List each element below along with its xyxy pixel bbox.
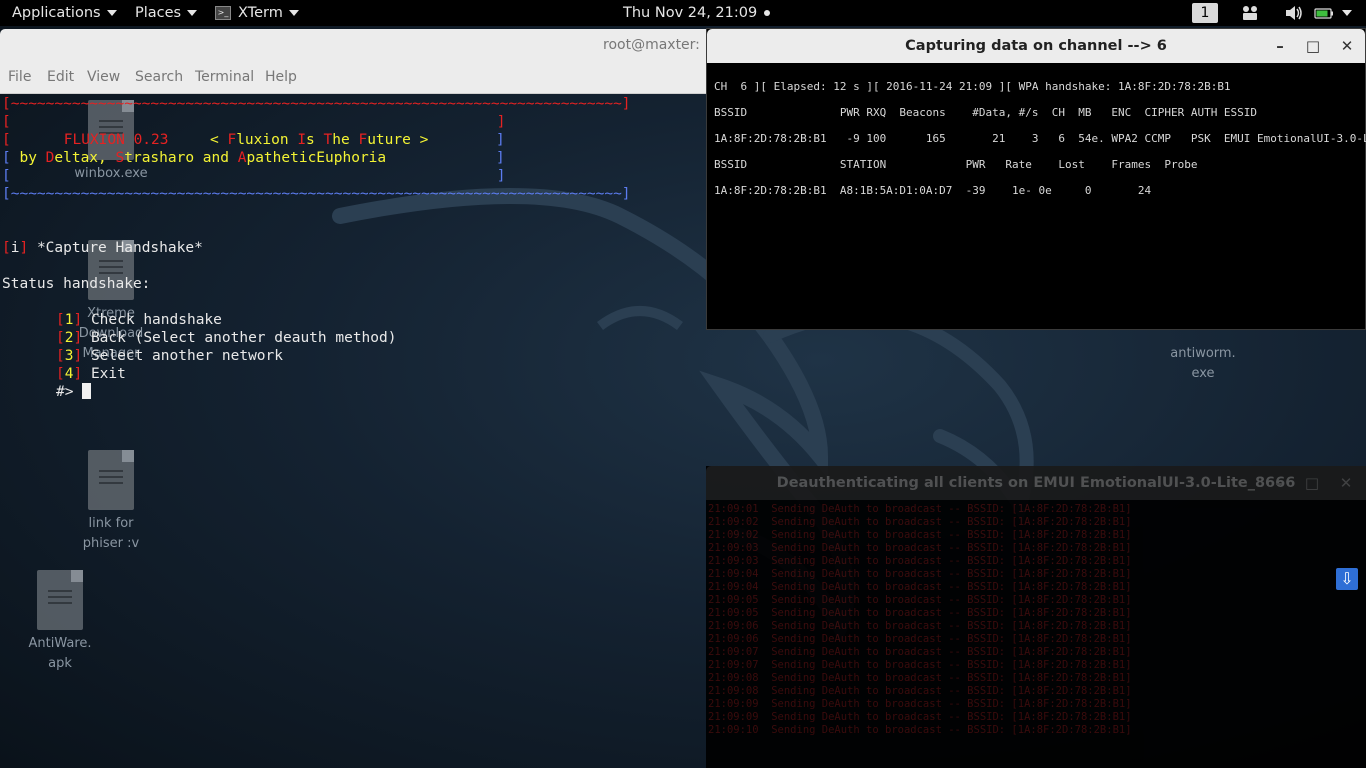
terminal-icon: >_ — [215, 6, 231, 20]
deauth-log-line: 21:09:07 Sending DeAuth to broadcast -- … — [708, 646, 1132, 658]
system-menu-chevron-icon[interactable] — [1342, 10, 1352, 16]
deauth-log-line: 21:09:08 Sending DeAuth to broadcast -- … — [708, 672, 1132, 684]
active-app-menu[interactable]: >_ XTerm — [215, 0, 299, 26]
menu-help[interactable]: Help — [265, 62, 297, 93]
banner-title-line: [FLUXION 0.23 < Fluxion Is The Future >] — [2, 132, 505, 148]
deauth-log-line: 21:09:06 Sending DeAuth to broadcast -- … — [708, 620, 1132, 632]
desktop-icon-label: antiworm. — [1170, 346, 1236, 361]
banner-side: [] — [2, 168, 506, 184]
deauth-log-line: 21:09:09 Sending DeAuth to broadcast -- … — [708, 698, 1132, 710]
notification-dot-icon — [763, 10, 770, 16]
deauth-log-line: 21:09:02 Sending DeAuth to broadcast -- … — [708, 516, 1132, 528]
deauth-log-line: 21:09:01 Sending DeAuth to broadcast -- … — [708, 503, 1132, 515]
deauth-log-line: 21:09:05 Sending DeAuth to broadcast -- … — [708, 594, 1132, 606]
chevron-down-icon — [106, 10, 117, 16]
airodump-window[interactable]: Capturing data on channel --> 6 – □ ✕ CH… — [706, 28, 1366, 330]
section-title: *Capture Handshake* — [36, 240, 203, 256]
text-cursor — [82, 383, 92, 399]
option-select-network[interactable]: [3] Select another network — [56, 347, 283, 365]
main-terminal-content[interactable]: [~~~~~~~~~~~~~~~~~~~~~~~~~~~~~~~~~~~~~~~… — [0, 93, 706, 768]
deauth-log-line: 21:09:04 Sending DeAuth to broadcast -- … — [708, 581, 1132, 593]
prompt-symbol: #> — [56, 384, 74, 400]
ap-table-header: BSSID PWR RXQ Beacons #Data, #/s CH MB E… — [714, 106, 1258, 119]
battery-icon[interactable] — [1314, 4, 1336, 22]
deauth-log-line: 21:09:05 Sending DeAuth to broadcast -- … — [708, 607, 1132, 619]
ap-table-row: 1A:8F:2D:78:2B:B1 -9 100 165 21 3 6 54e.… — [714, 132, 1366, 145]
clock[interactable]: Thu Nov 24, 21:09 — [623, 0, 770, 26]
section-heading: [i] *Capture Handshake* — [2, 240, 203, 256]
clock-label: Thu Nov 24, 21:09 — [623, 5, 758, 21]
volume-icon[interactable] — [1284, 4, 1304, 22]
airodump-titlebar[interactable]: Capturing data on channel --> 6 – □ ✕ — [707, 29, 1365, 63]
deauth-log-line: 21:09:08 Sending DeAuth to broadcast -- … — [708, 685, 1132, 697]
places-menu-label: Places — [135, 5, 182, 21]
maximize-icon[interactable]: □ — [1300, 29, 1326, 63]
deauth-log-line: 21:09:06 Sending DeAuth to broadcast -- … — [708, 633, 1132, 645]
workspace-indicator[interactable]: 1 — [1192, 3, 1218, 23]
deauth-log-line: 21:09:07 Sending DeAuth to broadcast -- … — [708, 659, 1132, 671]
window-title: Deauthenticating all clients on EMUI Emo… — [776, 475, 1296, 491]
option-exit[interactable]: [4] Exit — [56, 365, 126, 383]
deauth-log-line: 21:09:04 Sending DeAuth to broadcast -- … — [708, 568, 1132, 580]
banner-motto: < Fluxion Is The Future > — [210, 132, 429, 148]
deauth-window[interactable]: Deauthenticating all clients on EMUI Emo… — [706, 466, 1366, 768]
chevron-down-icon — [187, 10, 198, 16]
window-title: Capturing data on channel --> 6 — [905, 38, 1167, 54]
banner-border-top: [~~~~~~~~~~~~~~~~~~~~~~~~~~~~~~~~~~~~~~~… — [2, 96, 631, 112]
applications-menu-label: Applications — [12, 5, 101, 21]
deauth-log-line: 21:09:02 Sending DeAuth to broadcast -- … — [708, 529, 1132, 541]
desktop-icon-label: exe — [1191, 366, 1215, 381]
menu-search[interactable]: Search — [135, 62, 183, 93]
close-icon[interactable]: ✕ — [1334, 29, 1360, 63]
menu-terminal[interactable]: Terminal — [195, 62, 254, 93]
command-prompt[interactable]: #> — [56, 383, 92, 401]
fluxion-version: FLUXION 0.23 — [63, 132, 169, 148]
top-panel: Applications Places >_ XTerm Thu Nov 24, … — [0, 0, 1366, 26]
banner-credits: by Deltax, Strasharo and ApatheticEuphor… — [10, 150, 387, 166]
menu-edit[interactable]: Edit — [47, 62, 74, 93]
scroll-down-icon[interactable]: ⇩ — [1336, 568, 1358, 590]
banner-border-bottom: [~~~~~~~~~~~~~~~~~~~~~~~~~~~~~~~~~~~~~~~… — [2, 186, 631, 202]
deauth-log-line: 21:09:03 Sending DeAuth to broadcast -- … — [708, 555, 1132, 567]
deauth-titlebar[interactable]: Deauthenticating all clients on EMUI Emo… — [706, 466, 1366, 500]
station-table-row: 1A:8F:2D:78:2B:B1 A8:1B:5A:D1:0A:D7 -39 … — [714, 184, 1152, 197]
status-handshake-label: Status handshake: — [2, 276, 151, 292]
screenshot-icon[interactable] — [1240, 4, 1260, 22]
menu-file[interactable]: File — [8, 62, 31, 93]
applications-menu[interactable]: Applications — [12, 0, 117, 26]
station-table-header: BSSID STATION PWR Rate Lost Frames Probe — [714, 158, 1198, 171]
banner-credits-line: [ by Deltax, Strasharo and ApatheticEuph… — [2, 150, 505, 166]
minimize-icon[interactable]: – — [1267, 29, 1293, 63]
chevron-down-icon — [288, 10, 299, 16]
option-check-handshake[interactable]: [1] Check handshake — [56, 311, 222, 329]
banner-side: [] — [2, 114, 506, 130]
main-terminal-menubar: File Edit View Search Terminal Help — [0, 62, 712, 94]
close-icon[interactable]: ✕ — [1333, 466, 1359, 500]
maximize-icon[interactable]: □ — [1299, 466, 1325, 500]
deauth-log-line: 21:09:09 Sending DeAuth to broadcast -- … — [708, 711, 1132, 723]
places-menu[interactable]: Places — [135, 0, 198, 26]
minimize-icon[interactable]: – — [1266, 466, 1292, 500]
option-back[interactable]: [2] Back (Select another deauth method) — [56, 329, 396, 347]
deauth-log-line: 21:09:03 Sending DeAuth to broadcast -- … — [708, 542, 1132, 554]
airodump-status-line: CH 6 ][ Elapsed: 12 s ][ 2016-11-24 21:0… — [714, 80, 1231, 93]
menu-view[interactable]: View — [87, 62, 120, 93]
active-app-label: XTerm — [238, 5, 283, 21]
main-terminal-titlebar[interactable]: root@maxter: ~ — [0, 29, 712, 86]
deauth-log-line: 21:09:10 Sending DeAuth to broadcast -- … — [708, 724, 1132, 736]
